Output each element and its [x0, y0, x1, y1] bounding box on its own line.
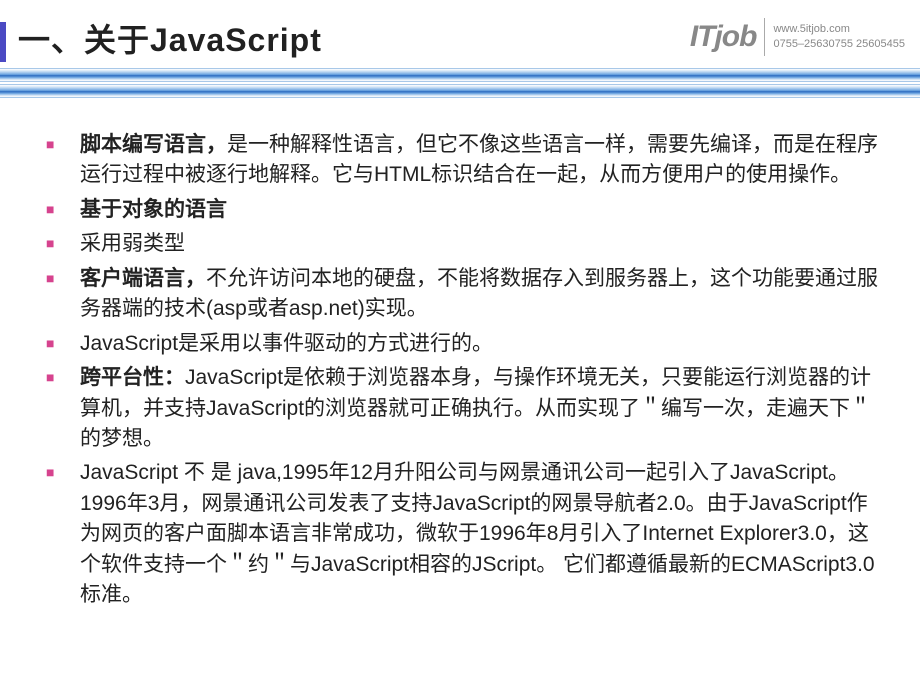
title-accent-bar	[0, 22, 6, 62]
brand-url: www.5itjob.com	[773, 22, 905, 37]
brand-area: ITjob www.5itjob.com 0755–25630755 25605…	[690, 18, 905, 56]
bullet-lead: 脚本编写语言，	[80, 133, 227, 156]
slide-header: 一、关于JavaScript ITjob www.5itjob.com 0755…	[0, 0, 920, 100]
bullet-lead: 跨平台性：	[80, 366, 185, 389]
bullet-text: JavaScript是依赖于浏览器本身，与操作环境无关，只要能运行浏览器的计算机…	[80, 366, 871, 450]
slide-title: 一、关于JavaScript	[18, 15, 322, 61]
list-item: JavaScript是采用以事件驱动的方式进行的。	[80, 329, 880, 359]
bullet-list: 脚本编写语言，是一种解释性语言，但它不像这些语言一样，需要先编译，而是在程序运行…	[80, 130, 880, 611]
bullet-lead: 基于对象的语言	[80, 198, 227, 221]
list-item: 跨平台性：JavaScript是依赖于浏览器本身，与操作环境无关，只要能运行浏览…	[80, 363, 880, 454]
brand-phone: 0755–25630755 25605455	[773, 37, 905, 52]
decorative-bars	[0, 68, 920, 98]
decorative-bar-1	[0, 68, 920, 82]
slide-body: 脚本编写语言，是一种解释性语言，但它不像这些语言一样，需要先编译，而是在程序运行…	[0, 100, 920, 611]
list-item: JavaScript 不 是 java,1995年12月升阳公司与网景通讯公司一…	[80, 458, 880, 610]
bullet-text: JavaScript是采用以事件驱动的方式进行的。	[80, 332, 493, 355]
list-item: 采用弱类型	[80, 229, 880, 259]
bullet-text: 采用弱类型	[80, 232, 185, 255]
list-item: 客户端语言，不允许访问本地的硬盘，不能将数据存入到服务器上，这个功能要通过服务器…	[80, 264, 880, 325]
brand-contact: www.5itjob.com 0755–25630755 25605455	[773, 22, 905, 53]
bullet-lead: 客户端语言，	[80, 267, 206, 290]
list-item: 脚本编写语言，是一种解释性语言，但它不像这些语言一样，需要先编译，而是在程序运行…	[80, 130, 880, 191]
brand-logo: ITjob	[690, 20, 757, 54]
list-item: 基于对象的语言	[80, 195, 880, 225]
brand-divider	[764, 18, 765, 56]
bullet-text: JavaScript 不 是 java,1995年12月升阳公司与网景通讯公司一…	[80, 461, 875, 606]
decorative-bar-2	[0, 84, 920, 98]
